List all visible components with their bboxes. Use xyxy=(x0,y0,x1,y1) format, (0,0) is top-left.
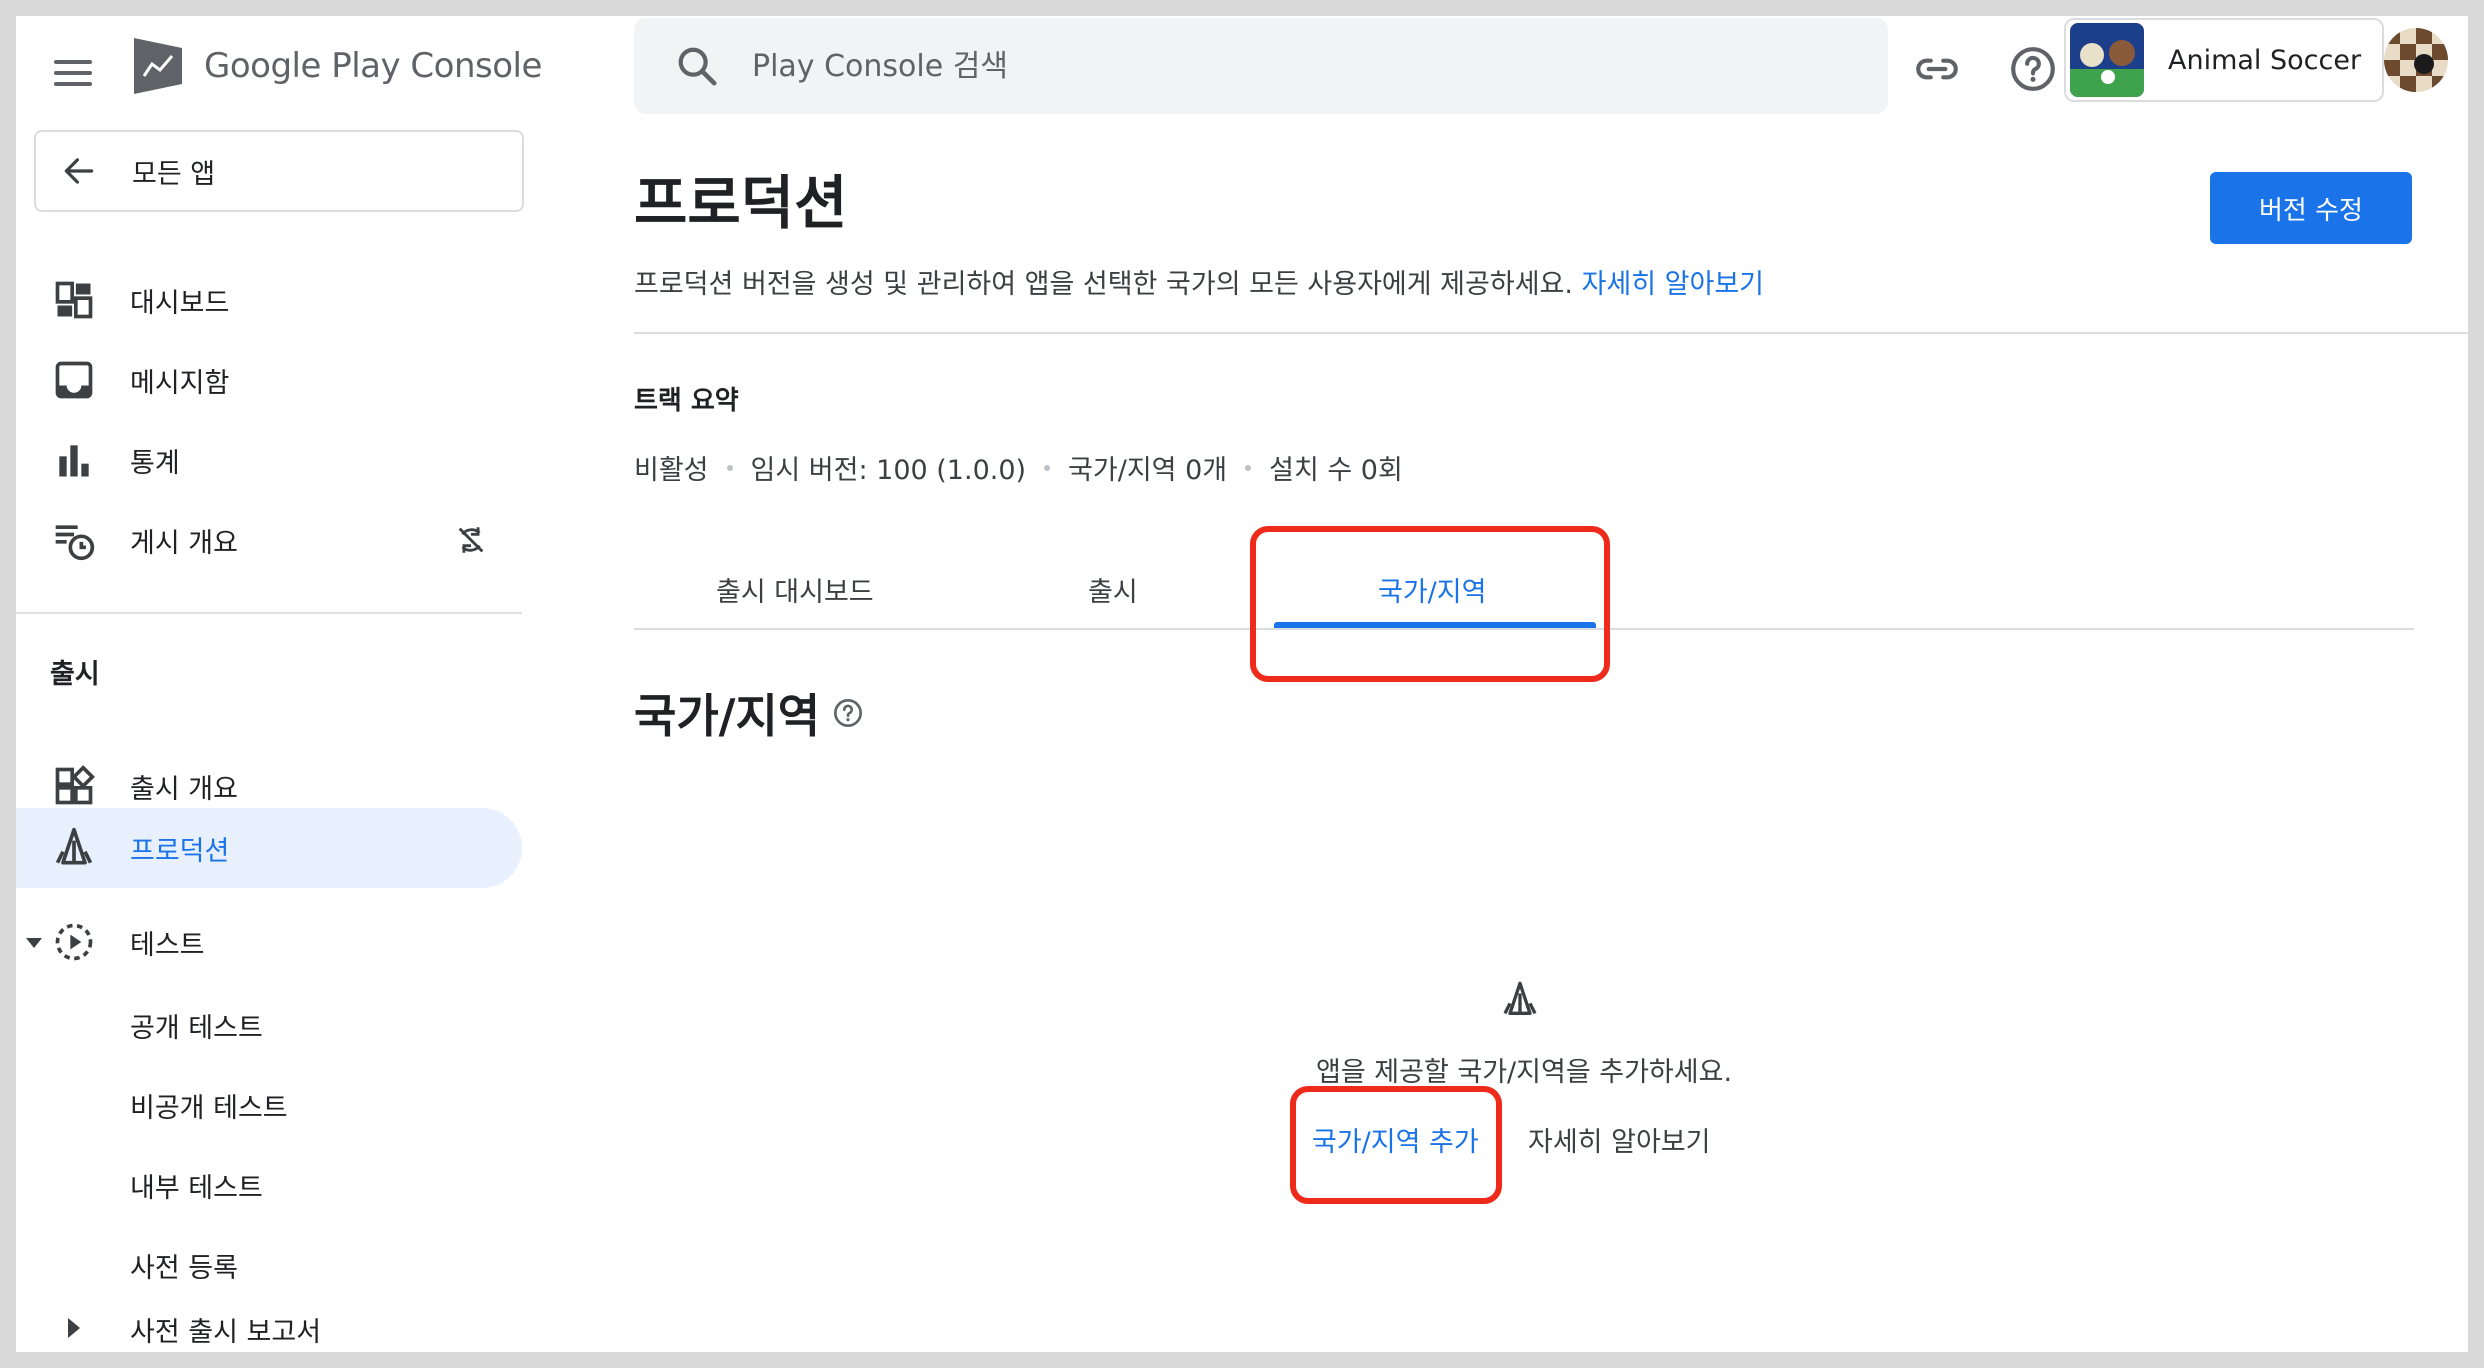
help-icon[interactable] xyxy=(2008,44,2058,94)
help-outline-icon[interactable] xyxy=(832,697,864,729)
release-section-label: 출시 xyxy=(50,659,100,690)
play-console-logo[interactable]: Google Play Console xyxy=(130,36,542,96)
track-installs: 설치 수 0회 xyxy=(1269,455,1403,486)
empty-state-text: 앱을 제공할 국가/지역을 추가하세요. xyxy=(1316,1057,1733,1088)
track-summary: 비활성 임시 버전: 100 (1.0.0) 국가/지역 0개 설치 수 0회 xyxy=(634,448,1403,487)
sidebar-item-label: 출시 개요 xyxy=(130,773,238,805)
link-icon[interactable] xyxy=(1912,44,1962,94)
search-bar[interactable] xyxy=(634,18,1888,114)
page-title: 프로덕션 xyxy=(634,169,848,237)
release-overview-icon xyxy=(55,765,95,805)
sidebar-item-label: 프로덕션 xyxy=(130,835,230,867)
sidebar-item-label: 테스트 xyxy=(130,929,205,961)
production-icon xyxy=(1503,981,1537,1015)
logo-text: Google Play Console xyxy=(204,46,542,86)
sidebar-item-publishing-overview[interactable]: 게시 개요 xyxy=(16,500,522,580)
annotation-highlight-add xyxy=(1290,1086,1502,1204)
sidebar-divider xyxy=(16,612,522,614)
header-divider xyxy=(634,332,2468,334)
testing-icon xyxy=(55,923,93,961)
app-selector[interactable]: Animal Soccer xyxy=(2064,18,2384,102)
sidebar-item-testing[interactable]: 테스트 xyxy=(16,902,522,982)
menu-icon[interactable] xyxy=(54,54,92,92)
inbox-icon xyxy=(55,361,93,399)
track-summary-title: 트랙 요약 xyxy=(634,386,739,416)
avatar[interactable] xyxy=(2384,28,2448,92)
track-draft-version: 임시 버전: 100 (1.0.0) xyxy=(750,455,1027,486)
app-name: Animal Soccer xyxy=(2168,44,2362,76)
all-apps-button[interactable]: 모든 앱 xyxy=(34,130,524,212)
caret-right-icon[interactable] xyxy=(64,1316,84,1340)
sidebar-subitem-pre-registration[interactable]: 사전 등록 xyxy=(130,1246,238,1285)
separator-dot xyxy=(726,464,733,471)
sidebar-item-production[interactable]: 프로덕션 xyxy=(16,808,522,888)
app-window: Google Play Console Animal Soccer xyxy=(16,16,2468,1352)
edit-release-button[interactable]: 버전 수정 xyxy=(2210,172,2412,244)
sync-disabled-icon[interactable] xyxy=(454,523,488,557)
section-title: 국가/지역 xyxy=(634,680,864,746)
sidebar-item-dashboard[interactable]: 대시보드 xyxy=(16,260,522,340)
bar-chart-icon xyxy=(59,445,89,477)
search-input[interactable] xyxy=(750,47,1654,85)
sidebar-subitem-internal-testing[interactable]: 내부 테스트 xyxy=(130,1166,263,1205)
production-icon xyxy=(55,827,93,865)
all-apps-label: 모든 앱 xyxy=(132,158,216,190)
play-console-logo-icon xyxy=(134,38,182,94)
publishing-overview-icon xyxy=(55,525,95,561)
sidebar-item-label: 통계 xyxy=(130,447,180,479)
page-description: 프로덕션 버전을 생성 및 관리하여 앱을 선택한 국가의 모든 사용자에게 제… xyxy=(634,262,1764,301)
empty-learn-more-link[interactable]: 자세히 알아보기 xyxy=(1528,1120,1710,1159)
track-countries: 국가/지역 0개 xyxy=(1068,455,1228,486)
sidebar-item-label: 메시지함 xyxy=(130,367,230,399)
app-thumbnail xyxy=(2070,23,2144,97)
annotation-highlight-tab xyxy=(1250,526,1610,682)
sidebar-item-statistics[interactable]: 통계 xyxy=(16,420,522,500)
description-text: 프로덕션 버전을 생성 및 관리하여 앱을 선택한 국가의 모든 사용자에게 제… xyxy=(634,269,1573,300)
sidebar-item-label: 대시보드 xyxy=(130,287,230,319)
section-title-text: 국가/지역 xyxy=(634,689,821,743)
sidebar-item-label: 게시 개요 xyxy=(130,527,238,559)
sidebar-subitem-open-testing[interactable]: 공개 테스트 xyxy=(130,1006,263,1045)
tab-releases[interactable]: 출시 xyxy=(1088,570,1138,609)
dashboard-icon xyxy=(55,281,93,319)
separator-dot xyxy=(1044,464,1051,471)
sidebar-item-inbox[interactable]: 메시지함 xyxy=(16,340,522,420)
arrow-back-icon xyxy=(64,158,94,184)
sidebar-item-pre-launch-report[interactable]: 사전 출시 보고서 xyxy=(130,1310,321,1349)
sidebar-subitem-closed-testing[interactable]: 비공개 테스트 xyxy=(130,1086,288,1125)
search-icon xyxy=(678,47,717,86)
tab-release-dashboard[interactable]: 출시 대시보드 xyxy=(716,570,874,609)
separator-dot xyxy=(1245,464,1252,471)
learn-more-link[interactable]: 자세히 알아보기 xyxy=(1582,269,1764,300)
track-status: 비활성 xyxy=(634,455,709,486)
